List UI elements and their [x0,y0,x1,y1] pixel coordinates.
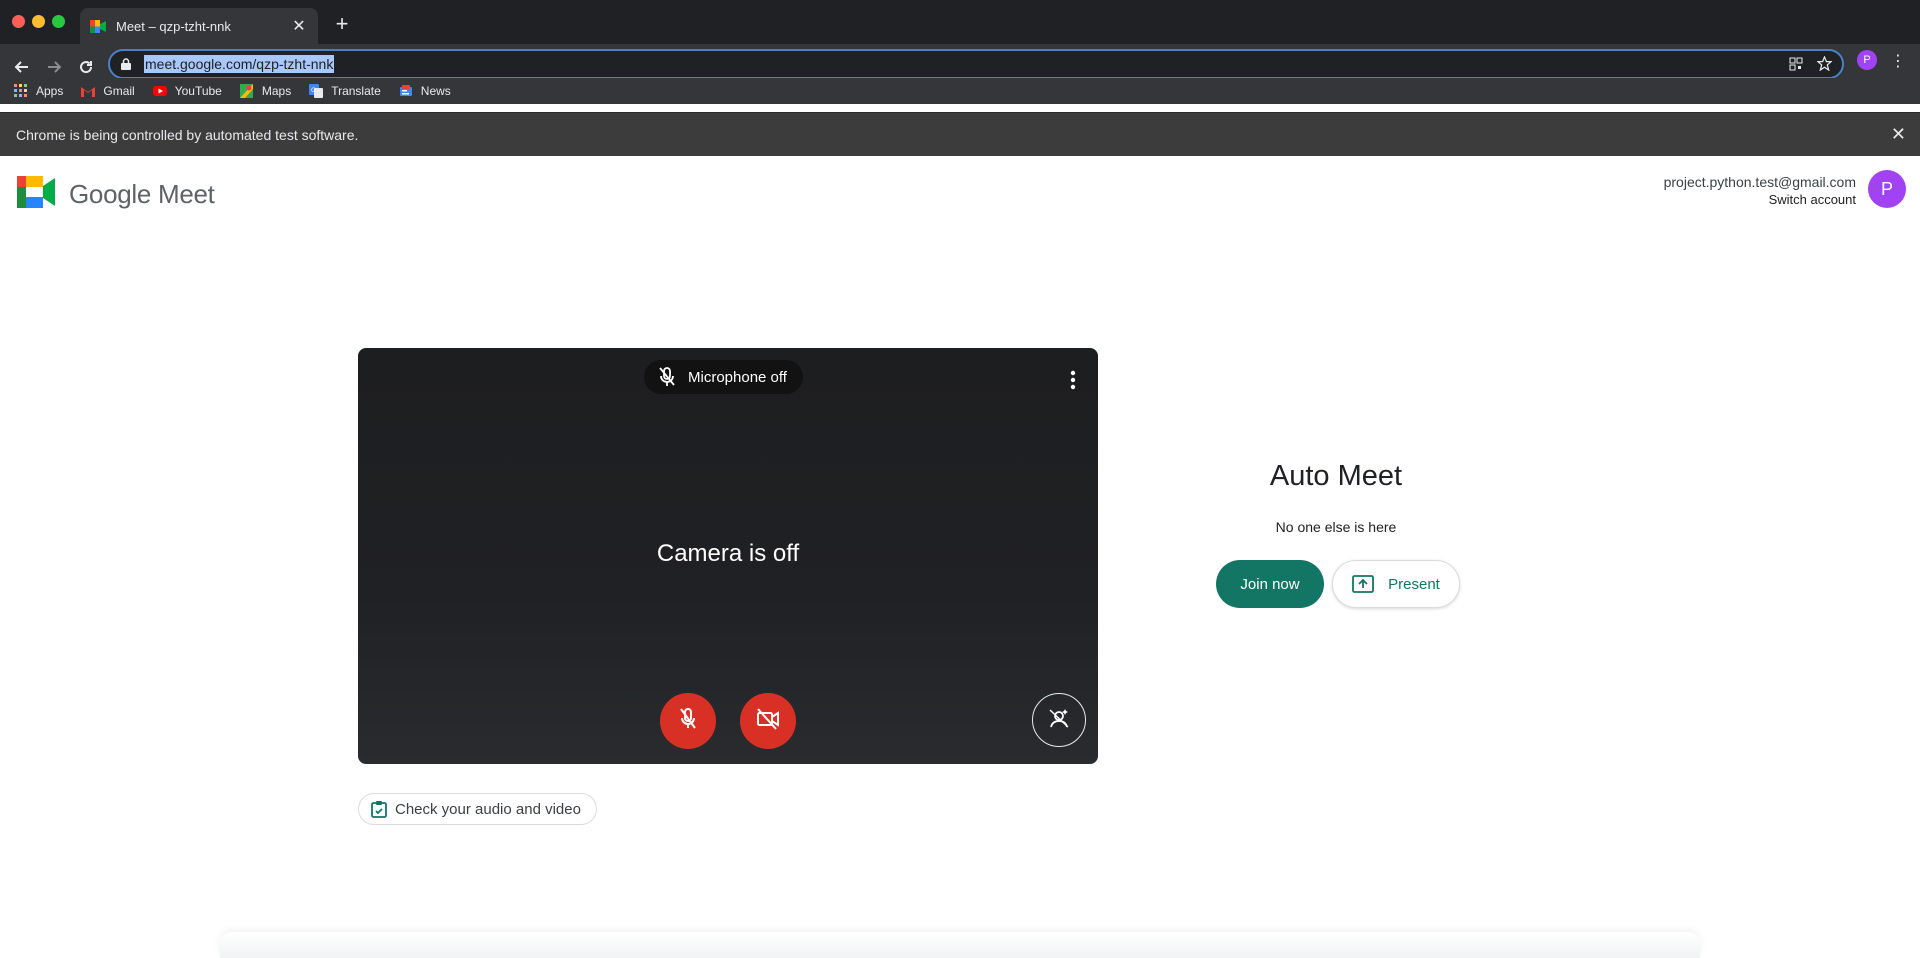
logo-meet-text: Meet [157,179,215,209]
google-meet-logo[interactable]: Google Meet [17,176,215,213]
meeting-title: Auto Meet [1269,460,1403,492]
gmail-icon [81,84,96,98]
toggle-camera-button[interactable] [740,693,796,749]
close-infobar-icon[interactable]: ✕ [1891,124,1906,145]
mic-off-icon [677,707,699,736]
forward-arrow-icon[interactable] [44,57,64,77]
maps-icon [240,84,254,98]
present-screen-icon [1352,575,1375,593]
close-tab-icon[interactable]: ✕ [290,16,308,36]
qr-code-icon[interactable] [1789,57,1803,76]
new-tab-button[interactable]: + [330,12,354,36]
meet-logo-icon [17,176,55,213]
bookmark-label: Maps [261,84,292,98]
browser-tab[interactable]: Meet – qzp-tzht-nnk ✕ [80,8,318,44]
maximize-window-button[interactable] [52,15,65,28]
account-email: project.python.test@gmail.com [1663,174,1856,190]
meet-logo-text: Google Meet [69,179,215,210]
mic-off-icon [658,367,676,387]
bookmarks-bar: Apps Gmail YouTube Maps G Translate News [0,78,1920,104]
svg-text:G: G [311,87,316,94]
browser-menu-icon[interactable]: ⋮ [1890,51,1906,71]
visual-effects-button[interactable] [1032,693,1086,747]
lock-icon[interactable] [120,57,132,71]
url-text[interactable]: meet.google.com/qzp-tzht-nnk [144,55,335,73]
news-icon [399,84,413,98]
back-arrow-icon[interactable] [12,57,32,77]
check-audio-video-label: Check your audio and video [395,800,581,818]
participants-status: No one else is here [1275,519,1397,535]
minimize-window-button[interactable] [32,15,45,28]
bookmark-translate[interactable]: G Translate [309,84,381,98]
bookmark-label: Apps [36,84,64,98]
bookmark-label: Gmail [103,84,135,98]
bookmark-news[interactable]: News [399,84,451,98]
microphone-status-text: Microphone off [688,368,787,386]
video-preview: Microphone off Camera is off [358,348,1098,764]
translate-icon: G [309,84,324,98]
join-panel: Auto Meet No one else is here Join now P… [1180,460,1492,608]
bookmark-youtube[interactable]: YouTube [152,84,222,98]
infobar-text: Chrome is being controlled by automated … [16,126,359,143]
account-info: project.python.test@gmail.com Switch acc… [1664,174,1856,208]
join-actions: Join now Present [1216,560,1460,608]
bookmark-label: Translate [331,84,381,98]
close-window-button[interactable] [12,15,25,28]
camera-off-text: Camera is off [656,540,800,567]
present-button[interactable]: Present [1332,560,1460,608]
bookmark-apps[interactable]: Apps [14,84,63,98]
present-label: Present [1388,575,1440,593]
automation-infobar: Chrome is being controlled by automated … [0,112,1920,156]
meet-header: Google Meet project.python.test@gmail.co… [0,156,1920,226]
account-avatar[interactable]: P [1868,170,1906,208]
browser-tabstrip: Meet – qzp-tzht-nnk ✕ + [0,0,1920,44]
more-options-icon[interactable] [1070,370,1076,395]
bottom-panel-edge [220,932,1700,958]
toggle-microphone-button[interactable] [660,693,716,749]
switch-account-link[interactable]: Switch account [1664,191,1856,208]
camera-off-icon [756,707,780,735]
reload-icon[interactable] [76,57,96,77]
check-audio-video-button[interactable]: Check your audio and video [358,793,597,825]
bookmark-gmail[interactable]: Gmail [81,84,135,98]
bookmark-label: News [420,84,451,98]
microphone-status-chip: Microphone off [644,360,803,394]
join-now-button[interactable]: Join now [1216,560,1324,608]
apps-grid-icon [14,84,28,98]
clipboard-check-icon [371,800,387,818]
bookmark-maps[interactable]: Maps [240,84,291,98]
logo-google-text: Google [69,179,152,209]
bookmark-label: YouTube [174,84,222,98]
visual-effects-icon [1048,707,1070,734]
tab-title: Meet – qzp-tzht-nnk [116,18,231,34]
bookmark-star-icon[interactable] [1816,55,1833,76]
address-bar[interactable]: meet.google.com/qzp-tzht-nnk [108,49,1844,79]
meet-favicon-icon [90,18,106,34]
browser-profile-avatar[interactable]: P [1857,50,1877,70]
youtube-icon [152,84,167,98]
